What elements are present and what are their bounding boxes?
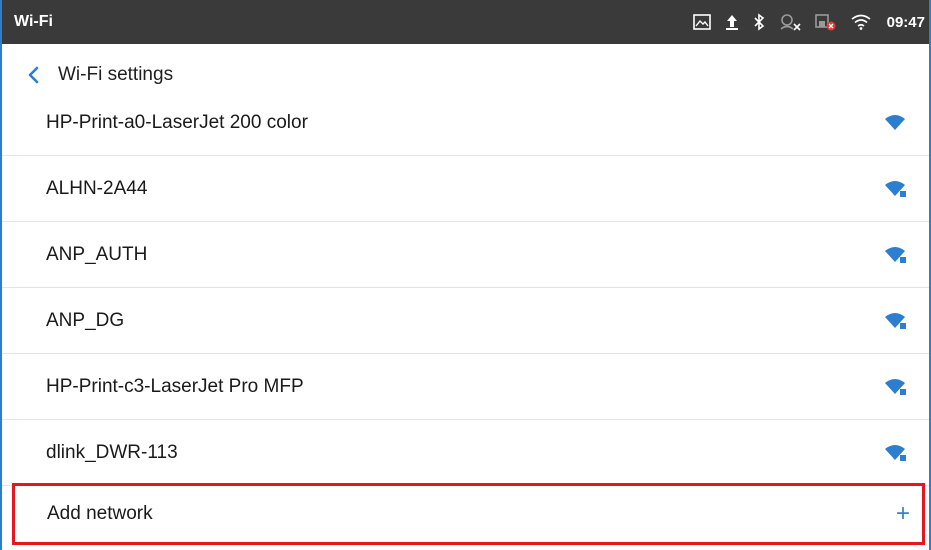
upload-icon [725,15,738,30]
network-name: ANP_DG [46,309,125,331]
wifi-locked-icon [885,444,906,461]
status-icons: 09:47 [692,13,925,31]
add-network-button[interactable]: Add network + [12,483,925,545]
wifi-signal-icon [885,114,905,130]
status-bar: Wi-Fi 09:47 [2,0,929,44]
status-bar-title: Wi-Fi [14,13,53,30]
screen-frame: Wi-Fi 09:47 Wi-Fi settings HP-Print-a0-L… [0,0,931,550]
network-row[interactable]: HP-Print-c3-LaserJet Pro MFP [2,354,929,420]
bluetooth-icon [754,13,764,31]
network-name: HP-Print-a0-LaserJet 200 color [46,111,308,133]
ethernet-error-icon [814,14,836,31]
network-name: ANP_AUTH [46,243,148,265]
wifi-locked-icon [885,312,906,329]
network-row[interactable]: HP-Print-a0-LaserJet 200 color [2,90,929,156]
wifi-locked-icon [885,378,906,395]
wifi-locked-icon [885,246,906,263]
plus-icon: + [895,500,910,527]
network-row[interactable]: dlink_DWR-113 [2,420,929,486]
network-name: dlink_DWR-113 [46,441,178,463]
page-title: Wi-Fi settings [58,64,174,85]
network-name: HP-Print-c3-LaserJet Pro MFP [46,375,304,397]
chevron-left-icon[interactable] [24,65,44,85]
status-time: 09:47 [886,13,925,31]
network-name: ALHN-2A44 [46,177,148,199]
network-row[interactable]: ALHN-2A44 [2,156,929,222]
wifi-locked-icon [885,180,906,197]
network-row[interactable]: ANP_DG [2,288,929,354]
account-off-icon [780,14,801,31]
network-row[interactable]: ANP_AUTH [2,222,929,288]
add-network-label: Add network [47,503,153,524]
wifi-icon [851,14,871,30]
gallery-icon [692,14,711,30]
